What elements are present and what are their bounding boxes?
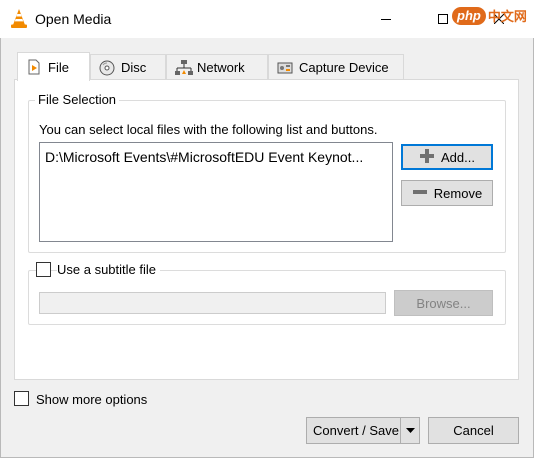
chevron-down-icon	[405, 427, 415, 433]
add-file-button[interactable]: Add...	[401, 144, 493, 170]
remove-file-button[interactable]: Remove	[401, 180, 493, 206]
show-more-options-checkbox[interactable]	[14, 391, 29, 406]
remove-file-button-label: Remove	[433, 185, 483, 201]
tab-file[interactable]: File	[17, 52, 90, 81]
tab-disc-label: Disc	[121, 60, 147, 75]
subtitle-file-input	[39, 292, 386, 314]
watermark-text: 中文网	[487, 9, 527, 24]
cancel-button[interactable]: Cancel	[428, 417, 519, 444]
file-list[interactable]: D:\Microsoft Events\#MicrosoftEDU Event …	[39, 142, 393, 242]
file-selection-legend: File Selection	[35, 92, 120, 107]
list-item[interactable]: D:\Microsoft Events\#MicrosoftEDU Event …	[45, 149, 387, 165]
window-title: Open Media	[35, 11, 112, 27]
subtitle-checkbox-label[interactable]: Use a subtitle file	[57, 262, 160, 277]
tab-network-label: Network	[197, 60, 245, 75]
watermark-logo: php	[452, 6, 486, 25]
file-selection-description: You can select local files with the foll…	[39, 122, 378, 137]
minimize-button[interactable]	[363, 0, 409, 38]
convert-save-dropdown[interactable]	[400, 418, 419, 443]
convert-save-button[interactable]: Convert / Save	[306, 417, 420, 444]
tab-capture-device[interactable]: Capture Device	[268, 54, 404, 80]
cancel-button-label: Cancel	[453, 423, 494, 438]
file-tab-panel: File Selection You can select local file…	[14, 79, 519, 380]
file-play-icon	[26, 59, 42, 75]
watermark: php 中文网	[452, 6, 527, 25]
show-more-options-label[interactable]: Show more options	[36, 392, 147, 407]
minimize-icon	[381, 19, 391, 20]
title-bar: Open Media php 中文网	[0, 0, 534, 38]
minus-icon	[412, 184, 428, 203]
disc-icon	[99, 60, 115, 76]
subtitle-checkbox[interactable]	[36, 262, 51, 277]
tab-capture-device-label: Capture Device	[299, 60, 389, 75]
tab-file-label: File	[48, 59, 69, 75]
add-file-button-label: Add...	[441, 149, 475, 165]
vlc-cone-icon	[10, 9, 28, 29]
plus-icon	[419, 148, 435, 167]
maximize-icon	[438, 14, 448, 24]
tab-disc[interactable]: Disc	[90, 54, 166, 80]
capture-device-icon	[277, 60, 293, 76]
tab-network[interactable]: Network	[166, 54, 268, 80]
browse-subtitle-button: Browse...	[394, 290, 493, 316]
network-icon	[175, 59, 193, 76]
browse-subtitle-button-label: Browse...	[416, 295, 471, 311]
convert-save-button-label: Convert / Save	[313, 423, 399, 438]
